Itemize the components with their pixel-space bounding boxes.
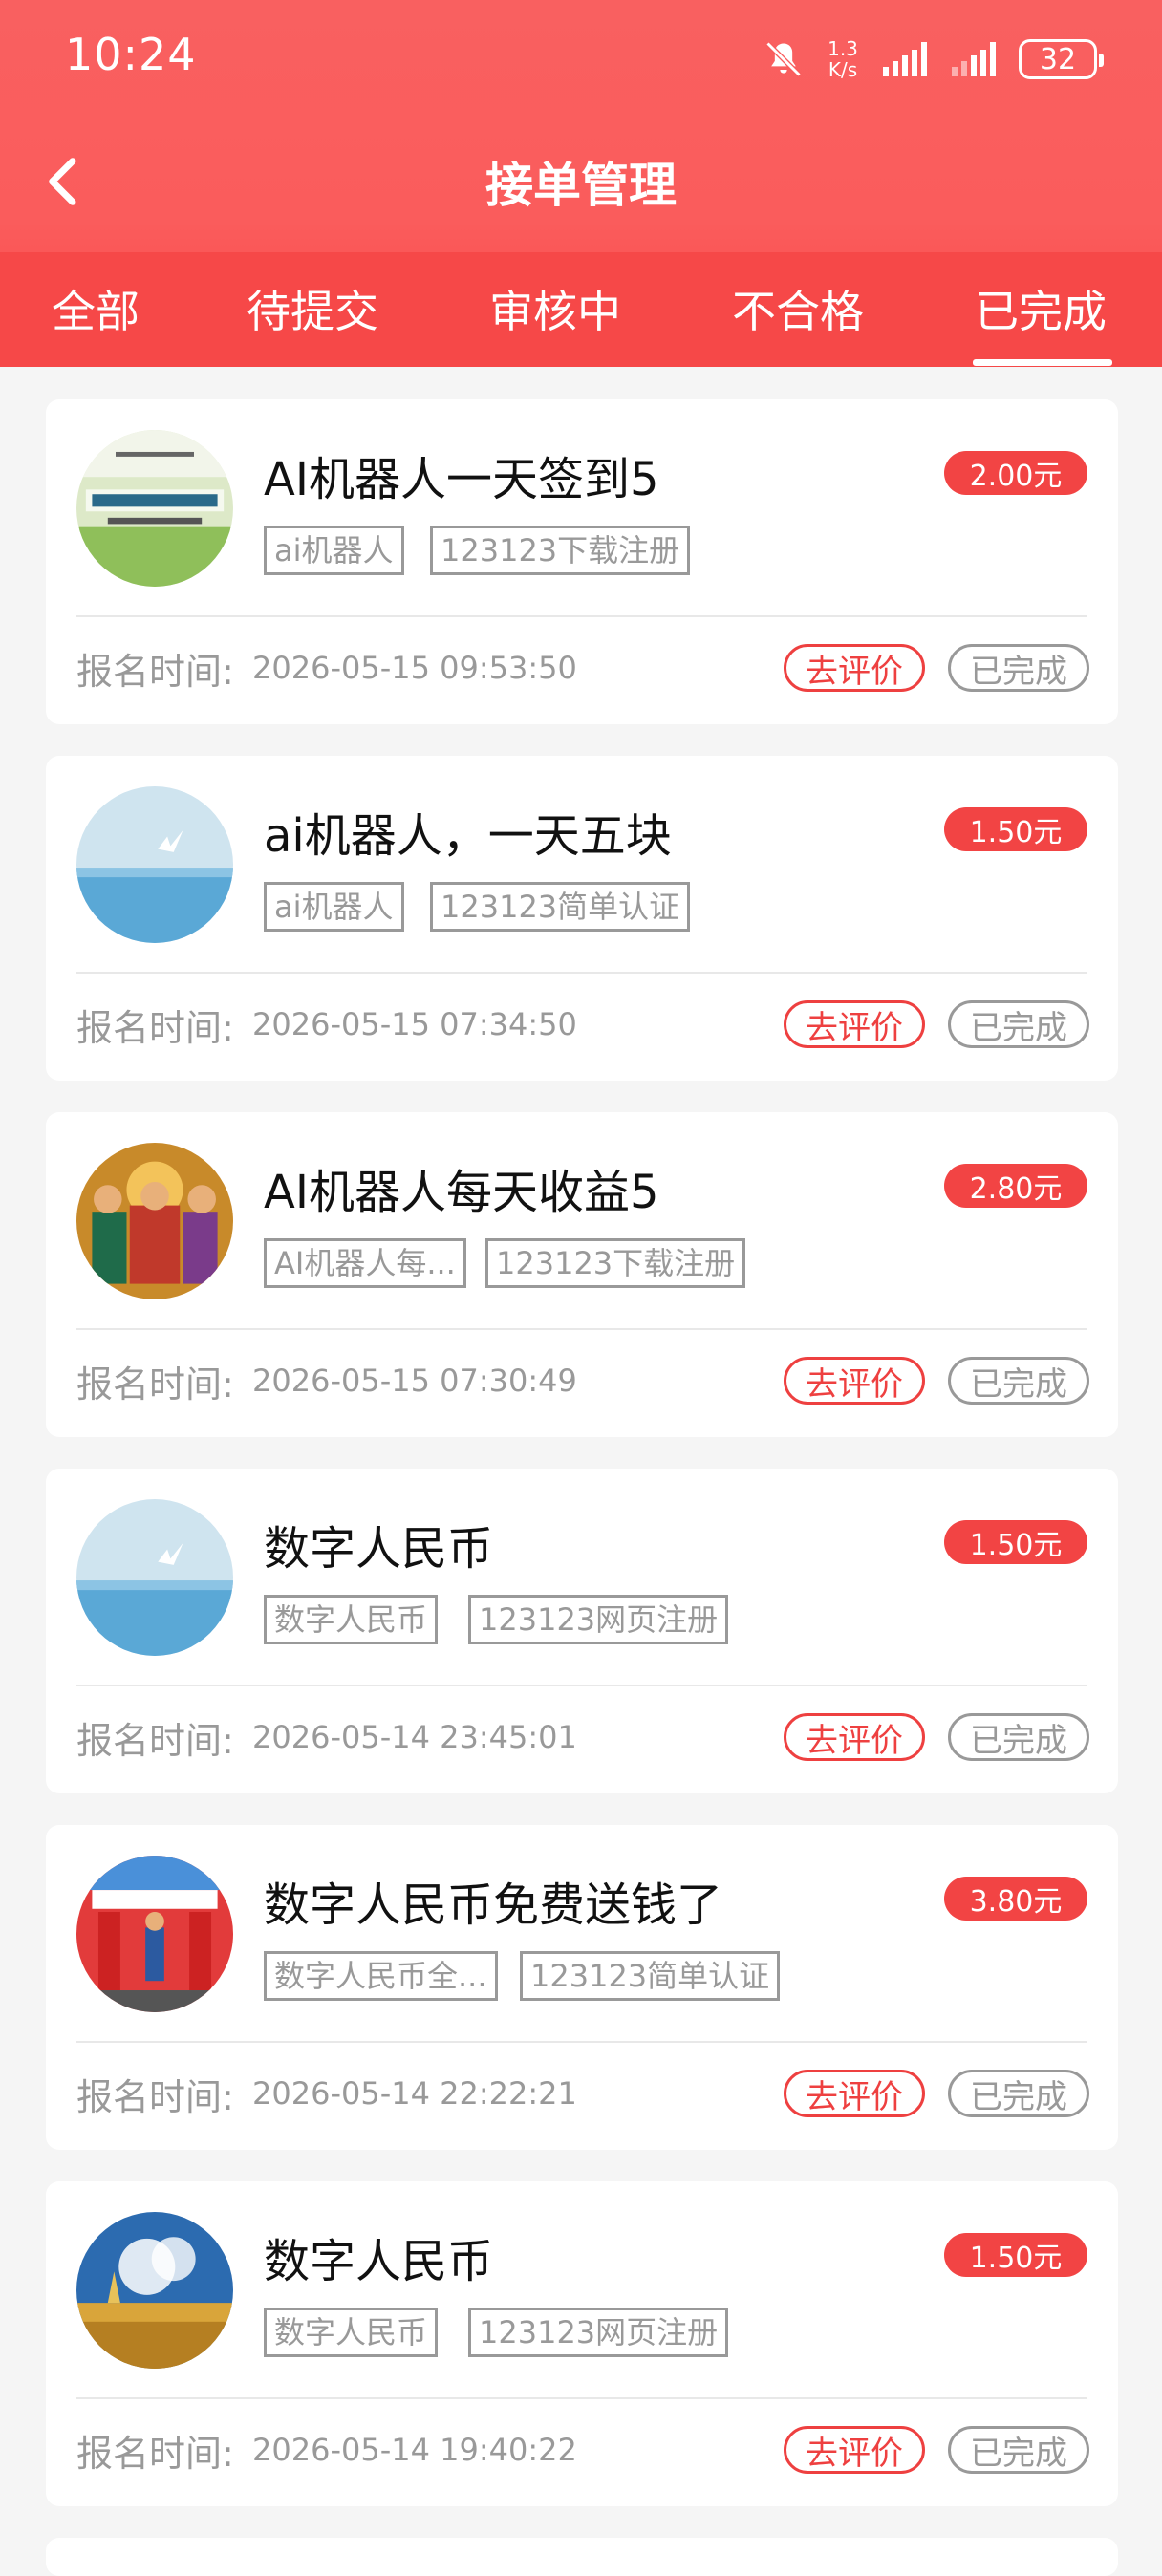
order-title: ai机器人，一天五块 (264, 809, 672, 863)
order-avatar (76, 1499, 233, 1656)
completed-status-badge: 已完成 (948, 644, 1089, 692)
signup-time-label: 报名时间: (76, 1007, 234, 1049)
tab-under-review[interactable]: 审核中 (489, 277, 621, 344)
divider (76, 615, 1087, 617)
price-badge: 1.50元 (944, 2233, 1087, 2277)
review-button[interactable]: 去评价 (784, 1000, 925, 1048)
divider (76, 1685, 1087, 1686)
order-tag: 123123下载注册 (430, 526, 691, 575)
signup-time-label: 报名时间: (76, 651, 234, 693)
status-bar: 10:24 1.3 K/s 32 (0, 0, 1162, 118)
order-card[interactable]: AI机器人每天收益5 2.80元 AI机器人每... 123123下载注册 报名… (46, 1112, 1118, 1437)
order-tag: 123123简单认证 (430, 882, 691, 932)
order-tag: 123123简单认证 (520, 1951, 781, 2001)
order-card[interactable]: 数字人民币 1.50元 数字人民币 123123网页注册 报名时间: 2026-… (46, 1469, 1118, 1793)
price-badge: 3.80元 (944, 1877, 1087, 1921)
review-button[interactable]: 去评价 (784, 2426, 925, 2474)
tab-rejected[interactable]: 不合格 (732, 277, 864, 344)
tab-all[interactable]: 全部 (52, 277, 140, 344)
signup-time-value: 2026-05-14 23:45:01 (252, 1719, 577, 1755)
signup-time-label: 报名时间: (76, 1720, 234, 1762)
signup-time-value: 2026-05-14 19:40:22 (252, 2432, 577, 2468)
order-avatar (76, 1143, 233, 1299)
order-card[interactable]: 数字人民币 1.50元 数字人民币 123123网页注册 报名时间: 2026-… (46, 2181, 1118, 2506)
motivational-poster-image (76, 430, 233, 587)
order-tag: ai机器人 (264, 882, 404, 932)
active-tab-indicator (973, 359, 1112, 366)
bell-off-icon (765, 41, 802, 77)
order-title: AI机器人每天收益5 (264, 1166, 659, 1219)
order-tag: AI机器人每... (264, 1238, 466, 1288)
order-avatar (76, 2212, 233, 2369)
signup-time-value: 2026-05-15 07:34:50 (252, 1006, 577, 1042)
divider (76, 2041, 1087, 2043)
review-button[interactable]: 去评价 (784, 1713, 925, 1761)
divider (76, 972, 1087, 974)
review-button[interactable]: 去评价 (784, 644, 925, 692)
price-badge: 2.00元 (944, 451, 1087, 495)
tab-pending-submit[interactable]: 待提交 (247, 277, 378, 344)
order-avatar (76, 786, 233, 943)
order-tag: 数字人民币全... (264, 1951, 498, 2001)
tab-bar: 全部 待提交 审核中 不合格 已完成 (0, 252, 1162, 367)
page-title: 接单管理 (485, 158, 677, 213)
completed-status-badge: 已完成 (948, 1713, 1089, 1761)
tab-completed[interactable]: 已完成 (975, 277, 1107, 344)
race-finish-image (76, 1856, 233, 2012)
divider (76, 1328, 1087, 1330)
status-icons: 1.3 K/s 32 (763, 31, 1104, 88)
order-avatar (76, 1856, 233, 2012)
seagull-sea-image (76, 1499, 233, 1656)
price-badge: 1.50元 (944, 1520, 1087, 1564)
completed-status-badge: 已完成 (948, 2426, 1089, 2474)
completed-status-badge: 已完成 (948, 1357, 1089, 1405)
order-card[interactable]: ai机器人，一天五块 1.50元 ai机器人 123123简单认证 报名时间: … (46, 756, 1118, 1081)
status-time: 10:24 (65, 29, 197, 80)
completed-status-badge: 已完成 (948, 2070, 1089, 2117)
order-tag: ai机器人 (264, 526, 404, 575)
order-title: 数字人民币 (264, 2235, 494, 2288)
signup-time-value: 2026-05-15 07:30:49 (252, 1363, 577, 1399)
order-card-partial[interactable] (46, 2538, 1118, 2576)
signup-time-value: 2026-05-15 09:53:50 (252, 650, 577, 686)
battery-level: 32 (1039, 42, 1077, 76)
wheat-field-painting-image (76, 2212, 233, 2369)
divider (76, 2397, 1087, 2399)
review-button[interactable]: 去评价 (784, 2070, 925, 2117)
net-speed-value: 1.3 (828, 37, 858, 60)
order-avatar (76, 430, 233, 587)
order-card[interactable]: AI机器人一天签到5 2.00元 ai机器人 123123下载注册 报名时间: … (46, 399, 1118, 724)
order-title: AI机器人一天签到5 (264, 453, 659, 506)
order-tag: 123123下载注册 (485, 1238, 746, 1288)
net-speed-unit: K/s (828, 58, 858, 81)
completed-status-badge: 已完成 (948, 1000, 1089, 1048)
review-button[interactable]: 去评价 (784, 1357, 925, 1405)
battery-icon: 32 (1019, 39, 1104, 79)
order-tag: 123123网页注册 (468, 1595, 729, 1644)
order-card[interactable]: 数字人民币免费送钱了 3.80元 数字人民币全... 123123简单认证 报名… (46, 1825, 1118, 2150)
seagull-sea-image (76, 786, 233, 943)
signup-time-label: 报名时间: (76, 2433, 234, 2475)
order-title: 数字人民币 (264, 1522, 494, 1576)
order-tag: 123123网页注册 (468, 2308, 729, 2357)
price-badge: 1.50元 (944, 807, 1087, 851)
signup-time-label: 报名时间: (76, 2076, 234, 2118)
net-speed: 1.3 K/s (820, 38, 866, 80)
wealth-gods-image (76, 1143, 233, 1299)
order-tag: 数字人民币 (264, 1595, 439, 1644)
signup-time-value: 2026-05-14 22:22:21 (252, 2075, 577, 2112)
signal-secondary-icon (952, 42, 996, 76)
order-title: 数字人民币免费送钱了 (264, 1878, 723, 1932)
price-badge: 2.80元 (944, 1164, 1087, 1208)
signal-icon (883, 42, 927, 76)
nav-bar: 接单管理 (0, 118, 1162, 252)
signup-time-label: 报名时间: (76, 1363, 234, 1406)
order-tag: 数字人民币 (264, 2308, 439, 2357)
